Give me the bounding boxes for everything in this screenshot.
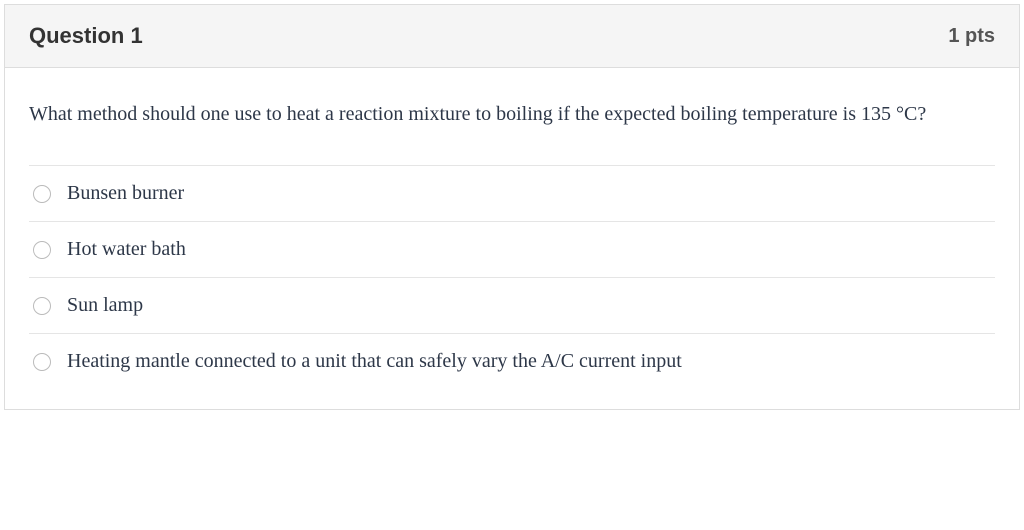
answer-option[interactable]: Hot water bath (29, 222, 995, 278)
question-body: What method should one use to heat a rea… (5, 68, 1019, 409)
answer-label: Heating mantle connected to a unit that … (67, 350, 682, 373)
question-text: What method should one use to heat a rea… (29, 98, 995, 130)
question-header: Question 1 1 pts (5, 5, 1019, 68)
answer-option[interactable]: Heating mantle connected to a unit that … (29, 334, 995, 389)
question-title: Question 1 (29, 23, 143, 49)
answer-label: Bunsen burner (67, 182, 184, 205)
answer-option[interactable]: Bunsen burner (29, 166, 995, 222)
radio-input[interactable] (33, 297, 51, 315)
answer-label: Sun lamp (67, 294, 143, 317)
question-card: Question 1 1 pts What method should one … (4, 4, 1020, 410)
answers-list: Bunsen burner Hot water bath Sun lamp He… (29, 165, 995, 389)
radio-input[interactable] (33, 241, 51, 259)
answer-option[interactable]: Sun lamp (29, 278, 995, 334)
question-points: 1 pts (948, 25, 995, 48)
radio-input[interactable] (33, 353, 51, 371)
answer-label: Hot water bath (67, 238, 186, 261)
radio-input[interactable] (33, 185, 51, 203)
